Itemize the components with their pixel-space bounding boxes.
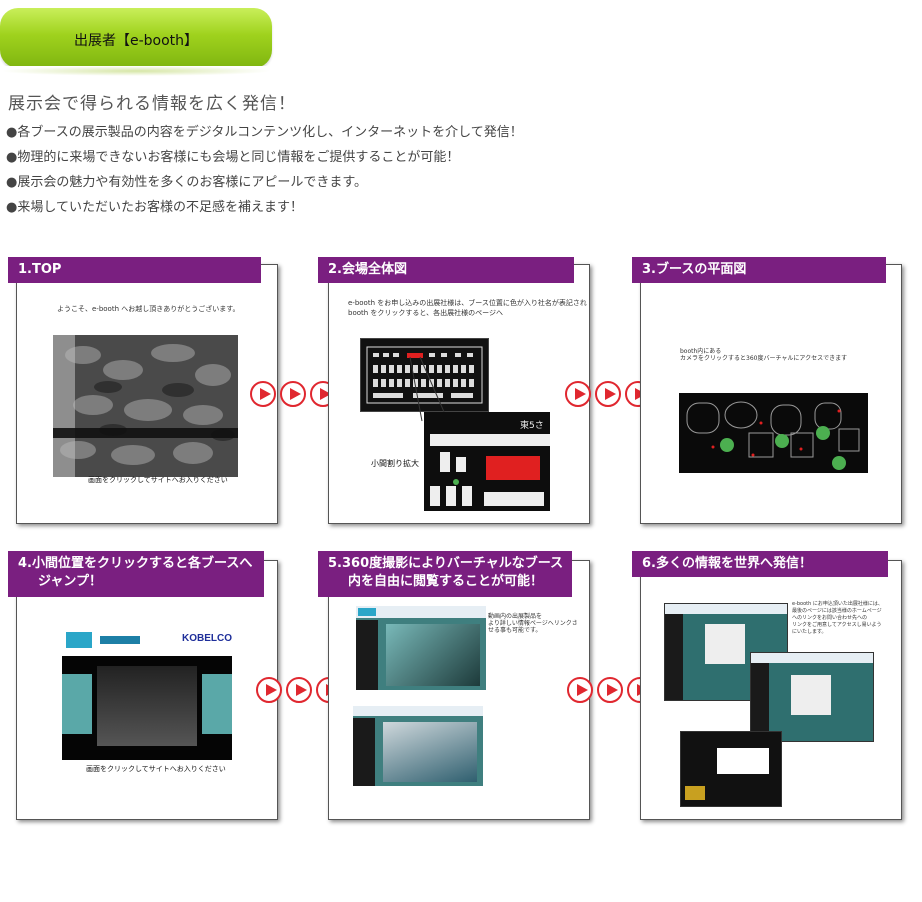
step-caption-3b: カメラをクリックすると360度バーチャルにアクセスできます bbox=[680, 355, 848, 362]
booth-floor-plan-image bbox=[686, 401, 860, 470]
venue-zoom-view[interactable]: 東5さ bbox=[424, 412, 550, 511]
step-caption-6c: へのリンクをお問い合わせ先への bbox=[792, 615, 868, 621]
next-arrow-icon bbox=[250, 381, 276, 407]
feature-list: ●各ブースの展示製品の内容をデジタルコンテンツ化し、インターネットを介して発信！… bbox=[6, 124, 523, 224]
header-pill-shadow bbox=[0, 66, 272, 76]
step-caption-2a: e-booth をお申し込みの出展社様は、ブース位置に色が入り社名が表記され bbox=[348, 299, 587, 307]
step-caption-5a: 動画内の出展製品を bbox=[488, 613, 543, 620]
step-caption-5b: より詳しい情報ページへリンクさ bbox=[488, 620, 578, 627]
next-arrow-icon bbox=[595, 381, 621, 407]
step-caption-6d: リンクをご用意してアクセスし易いよう bbox=[792, 622, 882, 628]
step-caption-1: ようこそ、e-booth へお越し頂きありがとうございます。 bbox=[57, 305, 240, 313]
step-title-4: 4.小間位置をクリックすると各ブースへ ジャンプ！ bbox=[8, 551, 264, 597]
booth-floor-plan[interactable] bbox=[679, 393, 868, 473]
header-pill: 出展者【e-booth】 bbox=[0, 8, 272, 68]
next-arrow-icon bbox=[567, 677, 593, 703]
booth-photo bbox=[62, 656, 232, 760]
top-screen-caption: 画面をクリックしてサイトへお入りください bbox=[88, 476, 228, 484]
step-title-5: 5.360度撮影によりバーチャルなブース 内を自由に閲覧することが可能！ bbox=[318, 551, 572, 597]
step-title-2: 2.会場全体図 bbox=[318, 257, 574, 283]
header-title: 出展者【e-booth】 bbox=[73, 33, 199, 49]
next-arrow-icon bbox=[256, 677, 282, 703]
feature-item: ●展示会の魅力や有効性を多くのお客様にアピールできます。 bbox=[6, 175, 368, 190]
step-title-3: 3.ブースの平面図 bbox=[632, 257, 886, 283]
feature-item: ●各ブースの展示製品の内容をデジタルコンテンツ化し、インターネットを介して発信！ bbox=[6, 125, 523, 140]
site-logo bbox=[66, 632, 92, 648]
exhibitor-top-screen[interactable]: KOBELCO bbox=[62, 628, 232, 760]
next-arrow-icon bbox=[565, 381, 591, 407]
next-arrow-icon bbox=[280, 381, 306, 407]
venue-zoom-image: 東5さ bbox=[424, 412, 550, 511]
headline: 展示会で得られる情報を広く発信！ bbox=[8, 94, 296, 114]
info-page-3[interactable] bbox=[680, 731, 782, 807]
site-banner bbox=[100, 636, 140, 644]
info-page-2[interactable] bbox=[750, 652, 874, 742]
step-title-6: 6.多くの情報を世界へ発信！ bbox=[632, 551, 888, 577]
feature-item: ●来場していただいたお客様の不足感を補えます！ bbox=[6, 200, 303, 215]
step-caption-6e: にいたします。 bbox=[792, 629, 827, 635]
next-arrow-icon bbox=[286, 677, 312, 703]
step-caption-5c: せる事も可能です。 bbox=[488, 627, 542, 634]
step-caption-6a: e-booth にお申込頂いた出展社様には、 bbox=[792, 601, 883, 607]
virtual-booth-view-1[interactable] bbox=[356, 606, 486, 690]
feature-item: ●物理的に来場できないお客様にも会場と同じ情報をご提供することが可能！ bbox=[6, 150, 460, 165]
kobelco-logo: KOBELCO bbox=[182, 633, 232, 644]
top-page-screenshot[interactable] bbox=[53, 335, 238, 477]
next-arrow-icon bbox=[597, 677, 623, 703]
virtual-booth-view-2[interactable] bbox=[353, 706, 483, 786]
zoom-label: 小間割り拡大 bbox=[371, 459, 419, 468]
zoom-code-text: 東5さ bbox=[520, 419, 544, 431]
step-caption-2b: booth をクリックすると、各出展社様のページへ bbox=[348, 309, 503, 317]
exhibitor-screen-caption: 画面をクリックしてサイトへお入りください bbox=[86, 765, 226, 773]
leaf-texture-image bbox=[53, 335, 238, 477]
step-title-1: 1.TOP bbox=[8, 257, 261, 283]
step-caption-6b: 最後のページには該当様のホームページ bbox=[792, 608, 882, 614]
